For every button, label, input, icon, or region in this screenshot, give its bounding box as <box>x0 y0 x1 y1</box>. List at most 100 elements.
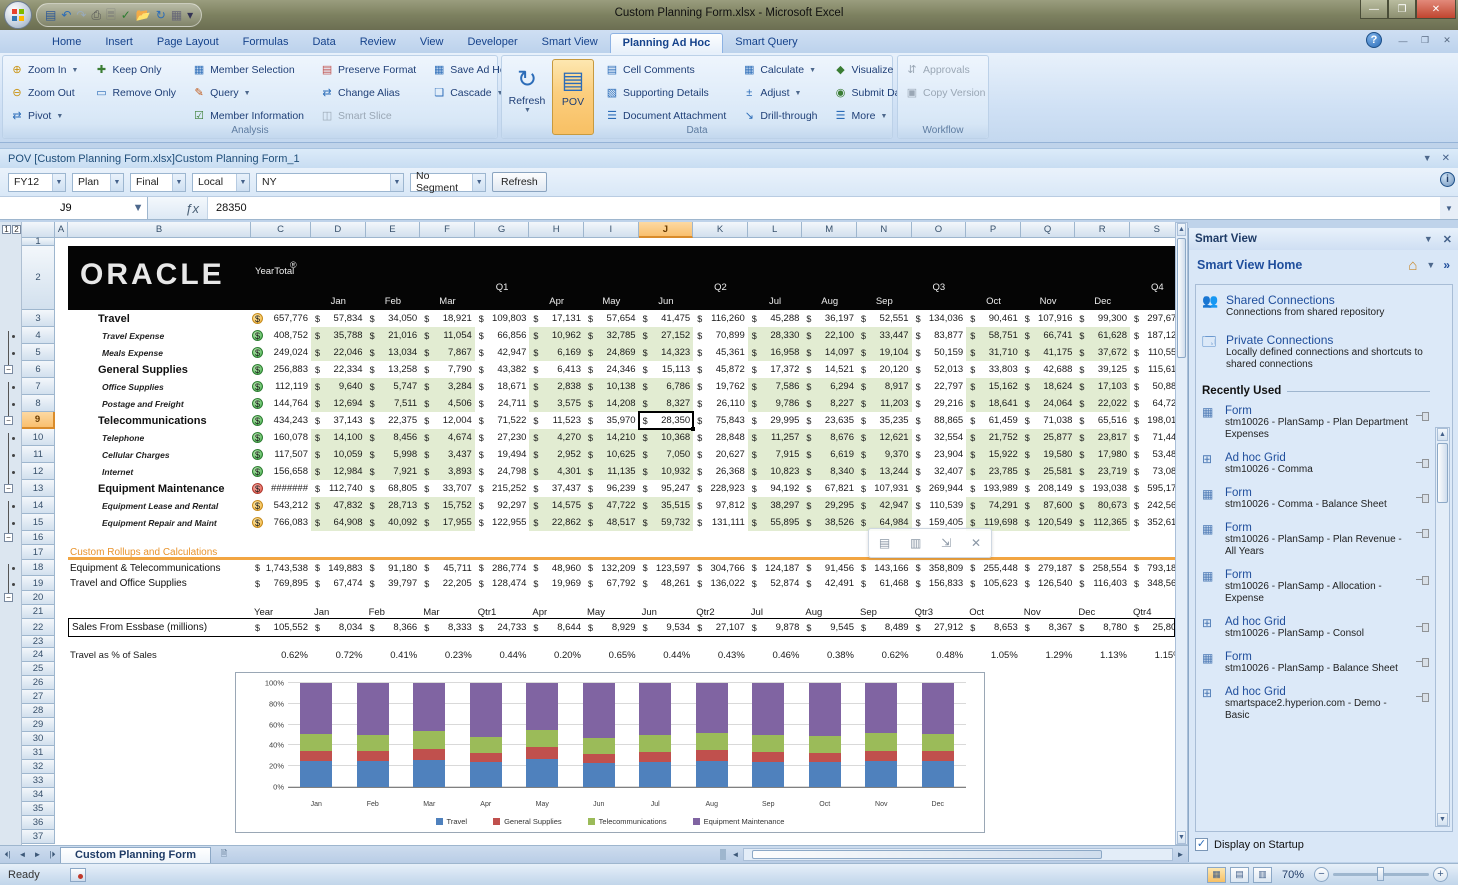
grid-cell[interactable]: $24,869 <box>584 344 639 361</box>
grid-cell[interactable]: $22,046 <box>311 344 366 361</box>
grid-cell[interactable]: $5,747 <box>366 378 421 395</box>
grid-cell[interactable]: $1,743,538 <box>251 560 311 576</box>
grid-cell[interactable]: $766,083 <box>251 514 311 531</box>
grid-cell[interactable]: $34,050 <box>366 310 421 327</box>
grid-cell[interactable]: $27,152 <box>639 327 694 344</box>
grid-cell[interactable]: 0.62% <box>857 648 912 662</box>
grid-cell[interactable]: 0.41% <box>366 648 421 662</box>
row-header-11[interactable]: 11 <box>22 446 55 463</box>
pov-dropdown-no-segment[interactable]: No Segment▼ <box>410 173 486 192</box>
recent-item-name[interactable]: smartspace2.hyperion.com - Demo - Basic <box>1225 698 1408 722</box>
column-header-D[interactable]: D <box>311 222 366 238</box>
outline-level-2-button[interactable]: 2 <box>12 225 21 234</box>
workbook-restore-icon[interactable]: ❐ <box>1414 33 1436 48</box>
row-header-31[interactable]: 31 <box>22 746 55 760</box>
grid-cell[interactable]: $117,507 <box>251 446 311 463</box>
grid-cell[interactable]: $71,038 <box>1021 412 1076 429</box>
recent-item-type[interactable]: Ad hoc Grid <box>1225 616 1408 628</box>
grid-cell[interactable]: $4,301 <box>529 463 584 480</box>
row-header-37[interactable]: 37 <box>22 830 55 844</box>
pin-icon[interactable] <box>1416 575 1430 585</box>
grid-cell[interactable]: $6,786 <box>639 378 694 395</box>
grid-cell[interactable]: $50,889 <box>1130 378 1175 395</box>
grid-cell[interactable]: $13,244 <box>857 463 912 480</box>
recent-item-type[interactable]: Form <box>1225 522 1408 534</box>
grid-cell[interactable]: 0.72% <box>311 648 366 662</box>
pov-dropdown-local[interactable]: Local▼ <box>192 173 250 192</box>
row-header-29[interactable]: 29 <box>22 718 55 732</box>
grid-cell[interactable]: $28,713 <box>366 497 421 514</box>
grid-cell[interactable]: $249,024 <box>251 344 311 361</box>
grid-cell[interactable]: $57,834 <box>311 310 366 327</box>
grid-cell[interactable]: $14,323 <box>639 344 694 361</box>
grid-cell[interactable]: $143,166 <box>857 560 912 576</box>
grid-cell[interactable]: $47,832 <box>311 497 366 514</box>
grid-cell[interactable]: $22,100 <box>802 327 857 344</box>
pov-info-icon[interactable]: i <box>1440 172 1455 187</box>
column-header-R[interactable]: R <box>1075 222 1130 238</box>
home-icon[interactable]: ⌂ <box>1408 257 1417 274</box>
grid-cell[interactable]: $25,877 <box>1021 429 1076 446</box>
grid-cell[interactable]: $15,113 <box>639 361 694 378</box>
grid-cell[interactable]: $20,120 <box>857 361 912 378</box>
row-header-9[interactable]: 9 <box>22 412 55 429</box>
grid-cell[interactable]: $595,176 <box>1130 480 1175 497</box>
grid-cell[interactable]: $156,833 <box>912 576 967 591</box>
grid-cell[interactable]: $19,762 <box>693 378 748 395</box>
row-label-14[interactable]: Equipment Lease and Rental <box>68 497 251 514</box>
task-pane-menu-icon[interactable]: ▼ <box>1424 234 1433 244</box>
row-header-7[interactable]: 7 <box>22 378 55 395</box>
grid-cell[interactable]: $116,403 <box>1075 576 1130 591</box>
grid-cell[interactable]: $15,752 <box>420 497 475 514</box>
grid-cell[interactable]: $9,370 <box>857 446 912 463</box>
row-header-25[interactable]: 25 <box>22 662 55 676</box>
grid-cell[interactable]: $66,741 <box>1021 327 1076 344</box>
recent-item[interactable]: ▦Formstm10026 - PlanSamp - Allocation - … <box>1202 569 1430 605</box>
grid-cell[interactable]: $74,291 <box>966 497 1021 514</box>
grid-cell[interactable]: $156,658 <box>251 463 311 480</box>
grid-cell[interactable]: $6,169 <box>529 344 584 361</box>
grid-cell[interactable]: $10,138 <box>584 378 639 395</box>
grid-cell[interactable]: $50,159 <box>912 344 967 361</box>
grid-cell[interactable]: $99,300 <box>1075 310 1130 327</box>
grid-cell[interactable]: $215,252 <box>475 480 530 497</box>
grid-cell[interactable]: $8,929 <box>584 619 639 636</box>
grid-cell[interactable]: $7,050 <box>639 446 694 463</box>
column-header-O[interactable]: O <box>912 222 967 238</box>
grid-cell[interactable]: $33,707 <box>420 480 475 497</box>
grid-cell[interactable]: $22,797 <box>912 378 967 395</box>
remove-only-button[interactable]: ▭Remove Only <box>91 82 179 104</box>
grid-cell[interactable]: $21,752 <box>966 429 1021 446</box>
grid-cell[interactable]: $17,103 <box>1075 378 1130 395</box>
connection-link[interactable]: Private Connections <box>1226 333 1430 347</box>
row-header-24[interactable]: 24 <box>22 648 55 662</box>
tab-planning-ad-hoc[interactable]: Planning Ad Hoc <box>610 33 724 53</box>
grid-cell[interactable]: $15,162 <box>966 378 1021 395</box>
grid-cell[interactable]: $33,803 <box>966 361 1021 378</box>
refresh-button[interactable]: ↻Refresh▼ <box>506 59 548 135</box>
grid-cell[interactable]: $41,175 <box>1021 344 1076 361</box>
row-header-28[interactable]: 28 <box>22 704 55 718</box>
grid-cell[interactable]: $10,932 <box>639 463 694 480</box>
column-header-A[interactable]: A <box>55 222 68 238</box>
pin-icon[interactable] <box>1416 657 1430 667</box>
query-button[interactable]: ✎Query▼ <box>189 82 307 104</box>
recent-item-name[interactable]: stm10026 - Comma <box>1225 464 1408 476</box>
grid-cell[interactable]: $9,534 <box>639 619 694 636</box>
grid-cell[interactable]: $105,552 <box>251 619 311 636</box>
prev-sheet-icon[interactable]: ◄ <box>15 846 30 863</box>
grid-cell[interactable]: $14,097 <box>802 344 857 361</box>
drill-through-button[interactable]: ↘Drill-through <box>739 105 820 127</box>
grid-cell[interactable]: $115,616 <box>1130 361 1175 378</box>
recent-item[interactable]: ⊞Ad hoc Gridsmartspace2.hyperion.com - D… <box>1202 686 1430 722</box>
grid-cell[interactable]: $8,653 <box>966 619 1021 636</box>
row-label-3[interactable]: Travel <box>68 310 251 327</box>
dropdown-arrow-icon[interactable]: ▼ <box>390 174 403 191</box>
grid-cell[interactable]: $19,494 <box>475 446 530 463</box>
row-header-17[interactable]: 17 <box>22 545 55 560</box>
grid-cell[interactable]: $193,989 <box>966 480 1021 497</box>
grid-cell[interactable]: $11,135 <box>584 463 639 480</box>
pane-scroll-up-icon[interactable]: ▲ <box>1437 428 1448 441</box>
grid-cell[interactable]: 0.38% <box>802 648 857 662</box>
pin-icon[interactable] <box>1416 493 1430 503</box>
